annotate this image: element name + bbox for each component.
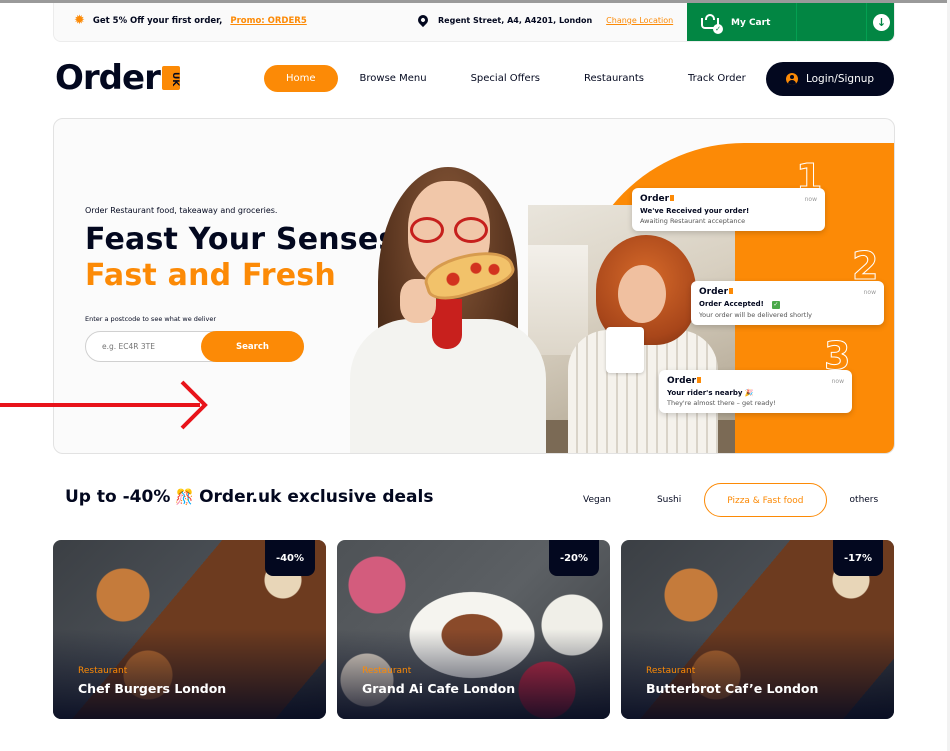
notification-time: now [831,377,844,385]
restaurant-name: Butterbrot Caf’e London [646,681,819,696]
filter-others[interactable]: others [827,483,902,517]
notification-time: now [804,195,817,203]
promo-message: ✹ Get 5% Off your first order, Promo: OR… [74,14,307,27]
deal-card[interactable]: -20% Restaurant Grand Ai Cafe London [337,540,610,719]
arrow-down-circle-icon: ↓ [873,14,890,31]
sparkle-icon: ✹ [74,13,85,28]
restaurant-name: Chef Burgers London [78,681,227,696]
deal-card[interactable]: -40% Restaurant Chef Burgers London [53,540,326,719]
notification-text: Your order will be delivered shortly [699,311,812,319]
notification-title: Order Accepted! ✓ [699,300,780,309]
notification-title: We've Received your order! [640,207,750,215]
main-nav: Home Browse Menu Special Offers Restaura… [264,65,768,92]
deals-heading-text: Order.uk exclusive deals [199,487,434,507]
top-promo-bar: ✹ Get 5% Off your first order, Promo: OR… [53,3,895,42]
notification-time: now [863,288,876,296]
deals-heading: Up to -40% 🎊 Order.uk exclusive deals [65,487,433,507]
deals-discount: Up to -40% [65,487,171,507]
login-signup-button[interactable]: Login/Signup [766,62,894,96]
notification-text: Awaiting Restaurant acceptance [640,217,746,225]
filter-vegan[interactable]: Vegan [560,483,634,517]
nav-browse-menu[interactable]: Browse Menu [338,65,449,92]
notification-order-accepted: Order now Order Accepted! ✓ Your order wi… [691,281,884,325]
nav-restaurants[interactable]: Restaurants [562,65,666,92]
annotation-arrow-icon [0,380,208,430]
logo-uk-badge: UK [161,66,180,90]
notification-logo: Order [699,287,734,297]
hero-subtitle: Order Restaurant food, takeaway and groc… [85,206,278,215]
filter-pizza-fast-food[interactable]: Pizza & Fast food [704,483,827,517]
user-icon [785,73,798,85]
woman-eating-pizza-photo [340,159,554,453]
location-pin-icon [415,12,431,28]
notification-rider-nearby: Order now Your rider's nearby 🎉 They're … [659,370,852,413]
cart-expand-button[interactable]: ↓ [867,3,894,41]
deal-card[interactable]: -17% Restaurant Butterbrot Caf’e London [621,540,894,719]
cart-bar[interactable]: ✓ My Cart ↓ [687,3,894,41]
logo-wordmark: Order [55,58,161,98]
confetti-icon: 🎊 [175,488,195,506]
notification-logo: Order [640,194,675,204]
restaurant-name: Grand Ai Cafe London [362,681,516,696]
woman-eating-noodles-photo [528,205,735,453]
deal-category: Restaurant [78,666,128,676]
login-signup-label: Login/Signup [805,73,875,85]
notification-title: Your rider's nearby 🎉 [667,389,754,397]
delivery-location: Regent Street, A4, A4201, London Change … [415,12,673,28]
promo-text: Get 5% Off your first order, [92,15,223,26]
promo-code-link[interactable]: Promo: ORDER5 [230,16,306,26]
cart-summary[interactable] [797,3,867,41]
checkmark-icon: ✓ [771,301,780,309]
postcode-input[interactable] [86,332,206,361]
nav-track-order[interactable]: Track Order [666,65,768,92]
my-cart-button[interactable]: ✓ My Cart [687,3,797,41]
change-location-link[interactable]: Change Location [606,16,673,25]
notification-logo: Order [667,376,702,386]
discount-badge: -20% [549,540,599,576]
basket-icon: ✓ [701,13,723,34]
step-number-2: 2 [851,244,879,288]
postcode-hint: Enter a postcode to see what we deliver [85,315,217,323]
deal-category: Restaurant [646,666,696,676]
deal-category-filters: Vegan Sushi Pizza & Fast food others [560,483,901,517]
search-button[interactable]: Search [201,331,304,362]
postcode-search: Search [85,331,304,362]
notification-text: They're almost there – get ready! [667,399,776,407]
filter-sushi[interactable]: Sushi [634,483,704,517]
hero-title-line2: Fast and Fresh [85,258,336,293]
notification-order-received: Order now We've Received your order! Awa… [632,188,825,231]
nav-special-offers[interactable]: Special Offers [449,65,562,92]
location-address: Regent Street, A4, A4201, London [438,15,593,25]
discount-badge: -17% [833,540,883,576]
nav-home[interactable]: Home [264,65,338,92]
deal-category: Restaurant [362,666,412,676]
order-uk-logo[interactable]: Order UK [55,58,180,98]
my-cart-label: My Cart [731,17,771,28]
discount-badge: -40% [265,540,315,576]
